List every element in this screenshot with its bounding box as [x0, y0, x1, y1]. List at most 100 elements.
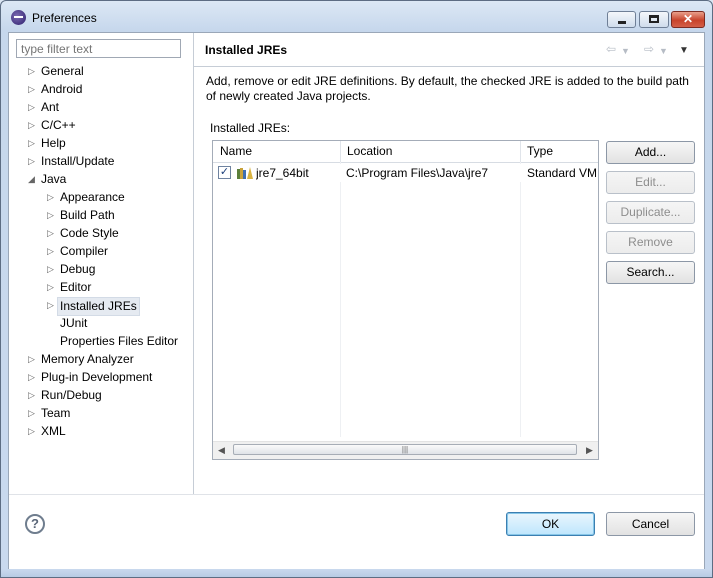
sidebar-item-label: Memory Analyzer — [41, 352, 134, 366]
dialog-body: ▷ General ▷ Android ▷ Ant ▷ C/C++ ▷ Help ▷ Install/… — [8, 32, 705, 569]
sidebar-item[interactable]: ▷ Editor — [9, 279, 193, 296]
scrollbar-thumb[interactable]: ||| — [233, 444, 577, 455]
window-bottom-border — [1, 569, 712, 577]
back-dropdown-icon[interactable]: ▼ — [621, 45, 630, 57]
column-header-name[interactable]: Name — [213, 141, 341, 162]
sidebar-item[interactable]: ▷ C/C++ — [9, 117, 193, 134]
sidebar-item-label: C/C++ — [41, 118, 76, 132]
eclipse-app-icon — [11, 10, 26, 25]
jre-location: C:\Program Files\Java\jre7 — [346, 166, 489, 180]
collapsed-twisty-icon[interactable]: ▷ — [27, 157, 36, 166]
back-arrow-icon[interactable]: ⇦ — [606, 43, 616, 55]
jre-checkbox[interactable]: ✓ — [218, 166, 231, 179]
sidebar-item[interactable]: ▷ Appearance — [9, 189, 193, 206]
dialog-footer: ? OK Cancel — [9, 494, 704, 569]
sidebar-item[interactable]: ▷ XML — [9, 423, 193, 440]
collapsed-twisty-icon[interactable]: ▷ — [27, 373, 36, 382]
sidebar-item-label: Plug-in Development — [41, 370, 153, 384]
search-button[interactable]: Search... — [606, 261, 695, 284]
maximize-button[interactable] — [639, 11, 669, 28]
forward-dropdown-icon[interactable]: ▼ — [659, 45, 668, 57]
horizontal-scrollbar[interactable]: ◀ ||| ▶ — [213, 441, 598, 459]
close-button[interactable]: ✕ — [671, 11, 705, 28]
collapsed-twisty-icon[interactable]: ▷ — [27, 121, 36, 130]
sidebar-item[interactable]: ▷ Installed JREs — [9, 297, 193, 316]
sidebar-item-label: Code Style — [60, 226, 119, 240]
minimize-button[interactable] — [607, 11, 636, 28]
sidebar-item-label: Java — [41, 172, 67, 186]
sidebar-item[interactable]: ▷ Run/Debug — [9, 387, 193, 404]
collapsed-twisty-icon[interactable]: ▷ — [46, 265, 55, 274]
ok-button[interactable]: OK — [506, 512, 595, 536]
sidebar-item-label: Install/Update — [41, 154, 115, 168]
add-button[interactable]: Add... — [606, 141, 695, 164]
jre-table[interactable]: Name Location Type ✓ jre7_64bit C:\Progr — [212, 140, 599, 460]
collapsed-twisty-icon[interactable]: ▷ — [27, 391, 36, 400]
collapsed-twisty-icon[interactable]: ▷ — [46, 301, 55, 310]
sidebar-item[interactable]: ▷ Compiler — [9, 243, 193, 260]
filter-input[interactable] — [16, 39, 181, 58]
close-icon: ✕ — [682, 12, 694, 26]
sidebar-item-label: Properties Files Editor — [60, 334, 179, 348]
collapsed-twisty-icon[interactable]: ▷ — [46, 193, 55, 202]
collapsed-twisty-icon[interactable]: ▷ — [27, 85, 36, 94]
collapsed-twisty-icon[interactable]: ▷ — [46, 211, 55, 220]
window-title: Preferences — [32, 11, 97, 25]
collapsed-twisty-icon[interactable]: ▷ — [46, 283, 55, 292]
scroll-right-icon[interactable]: ▶ — [586, 445, 593, 456]
sidebar-item[interactable]: ▷ Memory Analyzer — [9, 351, 193, 368]
sidebar-item-label: JUnit — [60, 316, 88, 330]
preference-navigator: ▷ General ▷ Android ▷ Ant ▷ C/C++ ▷ Help ▷ Install/… — [9, 33, 194, 494]
title-bar[interactable]: Preferences ✕ — [1, 1, 712, 33]
collapsed-twisty-icon[interactable]: ▷ — [27, 139, 36, 148]
expanded-twisty-icon[interactable]: ◢ — [27, 175, 36, 184]
collapsed-twisty-icon[interactable]: ▷ — [27, 103, 36, 112]
sidebar-item-label: Appearance — [60, 190, 125, 204]
preferences-window: Preferences ✕ ▷ General ▷ Android ▷ Ant ▷ C/C++… — [0, 0, 713, 578]
sidebar-item-label: Android — [41, 82, 83, 96]
column-header-location[interactable]: Location — [340, 141, 521, 162]
jre-type: Standard VM — [527, 166, 598, 180]
remove-button[interactable]: Remove — [606, 231, 695, 254]
sidebar-item[interactable]: ▷ Help — [9, 135, 193, 152]
collapsed-twisty-icon[interactable]: ▷ — [27, 355, 36, 364]
duplicate-button[interactable]: Duplicate... — [606, 201, 695, 224]
sidebar-item-label: Editor — [60, 280, 92, 294]
sidebar-item-label: Build Path — [60, 208, 115, 222]
sidebar-item[interactable]: ▷ General — [9, 63, 193, 80]
view-menu-icon[interactable]: ▼ — [679, 45, 689, 57]
sidebar-item[interactable]: ▷ Install/Update — [9, 153, 193, 170]
sidebar-item-label: General — [41, 64, 84, 78]
edit-button[interactable]: Edit... — [606, 171, 695, 194]
sidebar-item[interactable]: ▷ Plug-in Development — [9, 369, 193, 386]
page-description: Add, remove or edit JRE definitions. By … — [206, 74, 689, 103]
sidebar-item[interactable]: ▷ Android — [9, 81, 193, 98]
installed-jres-label: Installed JREs: — [210, 121, 291, 135]
sidebar-item[interactable]: JUnit — [9, 315, 193, 332]
sidebar-item-label: Team — [41, 406, 71, 420]
sidebar-item[interactable]: ◢ Java — [9, 171, 193, 188]
column-header-type[interactable]: Type — [520, 141, 598, 162]
page-title: Installed JREs — [205, 43, 288, 57]
sidebar-item[interactable]: ▷ Code Style — [9, 225, 193, 242]
cancel-button[interactable]: Cancel — [606, 512, 695, 536]
forward-arrow-icon[interactable]: ⇨ — [644, 43, 654, 55]
sidebar-item[interactable]: ▷ Debug — [9, 261, 193, 278]
sidebar-item-label: Debug — [60, 262, 96, 276]
jre-name: jre7_64bit — [256, 166, 309, 180]
sidebar-item[interactable]: ▷ Build Path — [9, 207, 193, 224]
sidebar-item[interactable]: ▷ Ant — [9, 99, 193, 116]
sidebar-item-label: Compiler — [60, 244, 109, 258]
collapsed-twisty-icon[interactable]: ▷ — [27, 67, 36, 76]
scroll-left-icon[interactable]: ◀ — [218, 445, 225, 456]
table-row[interactable]: ✓ jre7_64bit C:\Program Files\Java\jre7 … — [213, 164, 598, 182]
sidebar-item[interactable]: Properties Files Editor — [9, 333, 193, 350]
collapsed-twisty-icon[interactable]: ▷ — [27, 409, 36, 418]
sidebar-item-label: XML — [41, 424, 66, 438]
collapsed-twisty-icon[interactable]: ▷ — [46, 229, 55, 238]
sidebar-item[interactable]: ▷ Team — [9, 405, 193, 422]
collapsed-twisty-icon[interactable]: ▷ — [46, 247, 55, 256]
help-icon[interactable]: ? — [25, 514, 45, 534]
collapsed-twisty-icon[interactable]: ▷ — [27, 427, 36, 436]
jre-library-icon — [237, 167, 253, 179]
